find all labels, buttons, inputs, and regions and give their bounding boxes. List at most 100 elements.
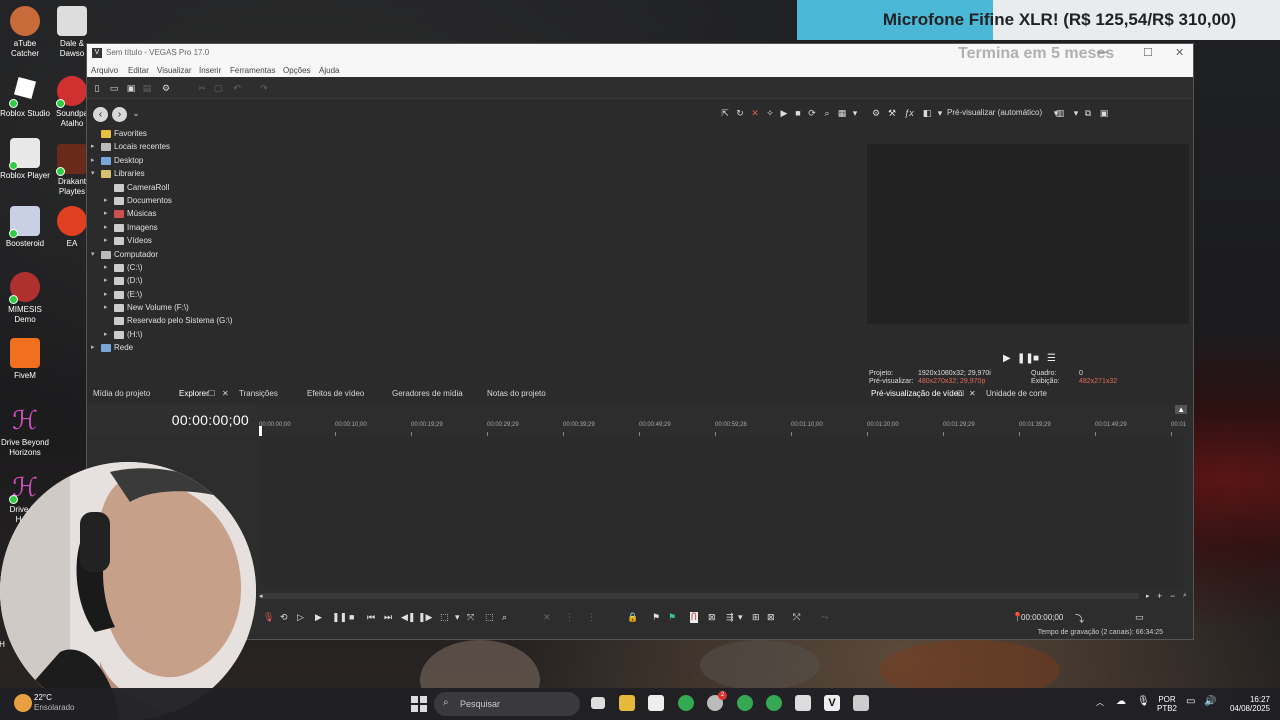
overlays-dropdown-icon[interactable]: ▾ xyxy=(1071,108,1081,118)
expand-icon[interactable]: ▲ xyxy=(1175,405,1187,414)
chrome-icon[interactable] xyxy=(678,695,694,711)
app-icon-2[interactable] xyxy=(795,695,811,711)
tree-item[interactable]: CameraRoll xyxy=(91,182,391,195)
edit-tool-dropdown-icon[interactable]: ▾ xyxy=(455,612,460,623)
undo-icon[interactable]: ↶ xyxy=(232,83,242,93)
normal-edit-tool-icon[interactable]: ⬚ xyxy=(440,612,449,623)
tab-explorer-window-icon[interactable]: ☐ xyxy=(208,389,215,398)
onedrive-icon[interactable]: ☁ xyxy=(1116,697,1126,707)
menu-arquivo[interactable]: Arquivo xyxy=(91,66,118,75)
go-to-start-icon[interactable]: ⏮ xyxy=(367,612,375,623)
new-file-icon[interactable]: ▯ xyxy=(92,83,102,93)
split-icon[interactable]: ⋮ xyxy=(587,612,596,623)
tray-chevron-icon[interactable]: ︿ xyxy=(1096,698,1104,707)
ignore-grouping-icon[interactable]: ⊠ xyxy=(767,612,775,623)
tree-item[interactable]: ▸ Rede xyxy=(91,342,391,355)
save-icon[interactable]: ▣ xyxy=(126,83,136,93)
record-icon[interactable]: 🎙 xyxy=(263,612,274,623)
go-to-end-icon[interactable]: ⏭ xyxy=(384,612,392,623)
preview-pause-icon[interactable]: ❚❚ xyxy=(1017,353,1034,364)
maximize-timeline-icon[interactable]: ▭ xyxy=(1135,612,1144,623)
tree-expand-icon[interactable]: ▸ xyxy=(91,343,95,351)
tree-expand-icon[interactable]: ▸ xyxy=(104,303,108,311)
tab-video-preview-window-icon[interactable]: ☐ xyxy=(957,389,964,398)
time-ruler[interactable]: 00:00:00;00 00:00:10;00 00:00:19;29 00:00:2… xyxy=(259,422,1186,436)
zoom-edit-tool-icon[interactable]: ⌕ xyxy=(502,612,507,623)
open-folder-icon[interactable]: ▭ xyxy=(109,83,119,93)
save-snapshot-icon[interactable]: ▣ xyxy=(1099,108,1109,118)
tab-video-effects[interactable]: Efeitos de vídeo xyxy=(307,389,364,398)
tree-expand-icon[interactable]: ▸ xyxy=(91,156,95,164)
tree-expand-icon[interactable]: ▸ xyxy=(104,330,108,338)
add-to-project-icon[interactable]: ✧ xyxy=(765,108,775,118)
snapping-icon[interactable]: Ⴖ xyxy=(690,612,698,623)
tree-item[interactable]: ▸ Músicas xyxy=(91,208,391,221)
tree-expand-icon[interactable]: ▸ xyxy=(104,196,108,204)
tab-video-preview[interactable]: Pré-visualização de vídeo xyxy=(871,389,963,398)
tree-item[interactable]: ▸ Documentos xyxy=(91,195,391,208)
split-screen-icon[interactable]: ◧ xyxy=(922,108,932,118)
ripple-edit-icon[interactable]: ⇶ xyxy=(726,612,734,623)
menu-ajuda[interactable]: Ajuda xyxy=(319,66,339,75)
clock[interactable]: 16:27 04/08/2025 xyxy=(1226,695,1270,713)
tree-expand-icon[interactable]: ▸ xyxy=(91,142,95,150)
lock-icon[interactable]: 🔒 xyxy=(627,612,638,623)
start-preview-icon[interactable]: ▶ xyxy=(779,108,789,118)
preview-stop-icon[interactable]: ■ xyxy=(1033,353,1039,364)
preview-settings-icon[interactable]: ⚙ xyxy=(871,108,881,118)
tree-expand-icon[interactable]: ▾ xyxy=(91,169,95,177)
play-from-start-icon[interactable]: ▷ xyxy=(297,612,304,623)
zoom-in-icon[interactable]: + xyxy=(1157,591,1162,601)
marker-icon[interactable]: ⚑ xyxy=(652,612,660,623)
split-dropdown-icon[interactable]: ▾ xyxy=(935,108,945,118)
file-explorer-icon[interactable] xyxy=(619,695,635,711)
timeline-scrollbar[interactable] xyxy=(259,593,1139,599)
tab-transitions[interactable]: Transições xyxy=(239,389,278,398)
preview-play-icon[interactable]: ▶ xyxy=(1003,353,1011,364)
tab-project-media[interactable]: Mídia do projeto xyxy=(93,389,150,398)
fx-icon[interactable]: ƒx xyxy=(904,108,914,118)
tree-item[interactable]: ▸ (C:\) xyxy=(91,262,391,275)
display-icon[interactable]: ▭ xyxy=(1186,697,1195,707)
store-icon[interactable] xyxy=(648,695,664,711)
tab-media-generators[interactable]: Geradores de mídia xyxy=(392,389,463,398)
previous-frame-icon[interactable]: ◀❚ xyxy=(401,612,415,623)
weather-icon[interactable] xyxy=(14,694,32,712)
up-folder-icon[interactable]: ⇱ xyxy=(720,108,730,118)
delete-clip-icon[interactable]: ✕ xyxy=(543,612,551,623)
menu-visualizar[interactable]: Visualizar xyxy=(157,66,192,75)
desktop-icon-atube[interactable]: aTube Catcher xyxy=(0,6,50,59)
cut-icon[interactable]: ✂ xyxy=(197,83,207,93)
tree-item[interactable]: ▸ Imagens xyxy=(91,222,391,235)
auto-crossfade-icon[interactable]: ⊠ xyxy=(708,612,716,623)
history-dropdown-icon[interactable]: ⌄ xyxy=(131,108,141,118)
refresh-icon[interactable]: ↻ xyxy=(735,108,745,118)
menu-ferramentas[interactable]: Ferramentas xyxy=(230,66,275,75)
copy-icon[interactable]: ▢ xyxy=(213,83,223,93)
track-area[interactable] xyxy=(259,438,1183,586)
tree-expand-icon[interactable]: ▸ xyxy=(104,290,108,298)
back-icon[interactable]: ‹ xyxy=(93,107,108,122)
tree-item[interactable]: ▸ Vídeos xyxy=(91,235,391,248)
scroll-left-icon[interactable]: ◂ xyxy=(259,592,263,600)
notepad-icon[interactable] xyxy=(853,695,869,711)
tree-item[interactable]: ▾ Computador xyxy=(91,249,391,262)
project-properties-icon[interactable]: ⚒ xyxy=(887,108,897,118)
settings-icon[interactable]: ⚙ xyxy=(161,83,171,93)
maximize-button[interactable]: ☐ xyxy=(1143,46,1153,59)
zoom-out-icon[interactable]: − xyxy=(1170,591,1175,601)
desktop-icon-drive-beyond[interactable]: ℋ Drive Beyond Horizons xyxy=(0,405,50,458)
auto-preview-icon[interactable]: ⟳ xyxy=(807,108,817,118)
vegas-taskbar-icon[interactable]: V xyxy=(824,695,840,711)
menu-opcoes[interactable]: Opções xyxy=(283,66,311,75)
tree-item[interactable]: ▸ (E:\) xyxy=(91,289,391,302)
tab-explorer-close-icon[interactable]: ✕ xyxy=(222,389,229,398)
tab-explorer[interactable]: Explorer xyxy=(179,389,209,398)
views-dropdown-icon[interactable]: ▾ xyxy=(850,108,860,118)
tree-expand-icon[interactable]: ▸ xyxy=(104,236,108,244)
loop-icon[interactable]: ⟲ xyxy=(280,612,288,623)
region-icon[interactable]: ⚑ xyxy=(668,612,676,623)
desktop-icon-roblox-player[interactable]: Roblox Player xyxy=(0,138,50,181)
delete-icon[interactable]: ✕ xyxy=(750,108,760,118)
stop-preview-icon[interactable]: ■ xyxy=(793,108,803,118)
